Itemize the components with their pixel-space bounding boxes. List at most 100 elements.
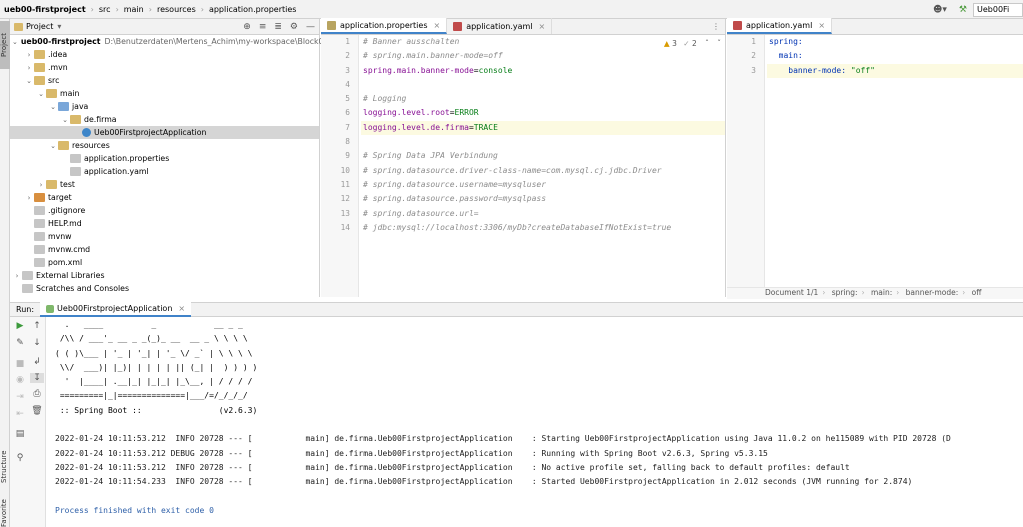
arrow-up-icon[interactable]: ↑	[30, 321, 44, 331]
chevron-right-icon[interactable]: ›	[24, 51, 34, 59]
stop-icon[interactable]: ■	[13, 359, 27, 369]
chevron-down-icon[interactable]: ⌄	[24, 77, 34, 85]
trash-icon[interactable]: 🗑	[30, 406, 44, 416]
hide-icon[interactable]: —	[306, 22, 315, 32]
chevron-down-icon[interactable]: ⌄	[48, 103, 58, 111]
code-line[interactable]: # spring.datasource.password=mysqlpass	[361, 192, 725, 206]
breadcrumb-resources[interactable]: resources	[157, 5, 196, 14]
breadcrumb-src[interactable]: src	[99, 5, 111, 14]
build-hammer-icon[interactable]: ⚒	[959, 5, 967, 15]
expand-all-icon[interactable]: ≡	[259, 22, 267, 32]
chevron-down-icon[interactable]: ⌄	[12, 38, 18, 46]
tree-item[interactable]: .gitignore	[10, 204, 319, 217]
chevron-down-icon[interactable]: ▾	[57, 22, 61, 31]
breadcrumb-document[interactable]: Document 1/1	[765, 288, 818, 297]
scroll-to-end-icon[interactable]: ↧	[30, 373, 44, 383]
close-icon[interactable]: ×	[818, 21, 825, 30]
code-line[interactable]: logging.level.de.firma=TRACE	[361, 120, 725, 136]
tree-item[interactable]: ⌄ ueb00-firstproject D:\Benutzerdaten\Mert…	[10, 35, 341, 48]
line-number: 4	[345, 79, 350, 89]
locate-icon[interactable]: ⊕	[243, 22, 251, 32]
soft-wrap-icon[interactable]: ↲	[30, 357, 44, 367]
tree-item[interactable]: ⌄ src	[10, 74, 319, 87]
tab-application-properties[interactable]: application.properties ×	[321, 18, 448, 34]
run-tab[interactable]: Ueb00FirstprojectApplication ×	[40, 302, 192, 317]
tree-item[interactable]: ⌄ main	[10, 87, 319, 100]
chevron-right-icon[interactable]: ›	[24, 194, 34, 202]
close-icon[interactable]: ×	[434, 21, 441, 30]
code-line[interactable]: spring.main.banner-mode=console	[361, 64, 725, 78]
breadcrumb-project[interactable]: ueb00-firstproject	[4, 5, 86, 14]
code-line[interactable]: # spring.main.banner-mode=off	[361, 49, 725, 63]
run-configuration-select[interactable]: Ueb00Fi	[973, 2, 1023, 17]
breadcrumb-file[interactable]: application.properties	[209, 5, 297, 14]
wrench-icon[interactable]: ✎	[13, 338, 27, 348]
chevron-down-icon[interactable]: ⌄	[36, 90, 46, 98]
breadcrumb-main[interactable]: main:	[871, 288, 892, 297]
chevron-right-icon[interactable]: ›	[36, 181, 46, 189]
code-line[interactable]: # spring.datasource.url=	[361, 207, 725, 221]
code-line[interactable]: # spring.datasource.username=mysqluser	[361, 178, 725, 192]
code-line[interactable]: # Logging	[361, 92, 725, 106]
code-line[interactable]: main:	[767, 49, 1023, 63]
tree-item[interactable]: › test	[10, 178, 319, 191]
project-tool-tab[interactable]: Project	[0, 21, 10, 69]
code-area[interactable]: # Banner ausschalten # spring.main.banner…	[361, 35, 725, 297]
close-icon[interactable]: ×	[178, 304, 185, 313]
favorites-tool-tab[interactable]: Favorites	[0, 499, 10, 527]
tree-item[interactable]: mvnw	[10, 230, 319, 243]
tree-item[interactable]: ⌄ de.firma	[10, 113, 319, 126]
code-line[interactable]	[361, 135, 725, 149]
login-icon[interactable]: ⇤	[13, 409, 27, 419]
breadcrumb-banner-mode[interactable]: banner-mode:	[906, 288, 959, 297]
structure-tool-tab[interactable]: Structure	[0, 439, 10, 494]
tree-item[interactable]: ⌄ java	[10, 100, 319, 113]
chevron-down-icon[interactable]: ⌄	[60, 116, 70, 124]
code-line[interactable]: banner-mode: "off"	[767, 63, 1023, 78]
code-line[interactable]: # Banner ausschalten	[361, 35, 725, 49]
code-line[interactable]: # jdbc:mysql://localhost:3306/myDb?creat…	[361, 221, 725, 235]
project-panel-title[interactable]: Project	[26, 22, 53, 31]
camera-icon[interactable]: ◉	[13, 375, 27, 385]
chevron-right-icon[interactable]: ›	[24, 64, 34, 72]
chevron-right-icon[interactable]: ›	[12, 272, 22, 280]
code-line[interactable]: spring:	[767, 35, 1023, 49]
close-icon[interactable]: ×	[539, 22, 546, 31]
exit-icon[interactable]: ⇥	[13, 392, 27, 402]
tree-item[interactable]: Scratches and Consoles	[10, 282, 319, 295]
gear-icon[interactable]: ⚙	[290, 22, 298, 32]
code-line[interactable]: # Spring Data JPA Verbindung	[361, 149, 725, 163]
tree-item[interactable]: pom.xml	[10, 256, 319, 269]
more-tabs-icon[interactable]: ⋮	[707, 22, 725, 31]
tree-item[interactable]: application.yaml	[10, 165, 319, 178]
tree-item[interactable]: › External Libraries	[10, 269, 319, 282]
editor-yaml: application.yaml × 1 2 3 spring: main: ban…	[727, 18, 1023, 297]
code-line[interactable]: # spring.datasource.driver-class-name=co…	[361, 164, 725, 178]
tree-item[interactable]: HELP.md	[10, 217, 319, 230]
code-line[interactable]	[361, 78, 725, 92]
tree-item[interactable]: › .idea	[10, 48, 319, 61]
pin-icon[interactable]: ⚲	[13, 453, 27, 463]
breadcrumb-value[interactable]: off	[972, 288, 982, 297]
tab-application-yaml[interactable]: application.yaml ×	[727, 18, 833, 34]
code-line[interactable]: logging.level.root=ERROR	[361, 106, 725, 120]
code-area[interactable]: spring: main: banner-mode: "off"	[767, 35, 1023, 297]
tree-item[interactable]: ⌄ resources	[10, 139, 319, 152]
tree-item[interactable]: mvnw.cmd	[10, 243, 319, 256]
tree-item[interactable]: › .mvn	[10, 61, 319, 74]
breadcrumb-main[interactable]: main	[124, 5, 144, 14]
collapse-all-icon[interactable]: ≣	[274, 22, 282, 32]
tree-item[interactable]: Ueb00FirstprojectApplication	[10, 126, 319, 139]
print-icon[interactable]: ⎙	[30, 389, 44, 399]
layout-icon[interactable]: ▤	[13, 429, 27, 439]
tree-item[interactable]: application.properties	[10, 152, 319, 165]
arrow-down-icon[interactable]: ↓	[30, 338, 44, 348]
tree-item[interactable]: › target	[10, 191, 319, 204]
breadcrumb-spring[interactable]: spring:	[832, 288, 858, 297]
chevron-down-icon[interactable]: ⌄	[48, 142, 58, 150]
console-output[interactable]: . ____ _ __ _ _ /\\ / ___'_ __ _ _(_)_ _…	[47, 318, 1023, 527]
tab-application-yaml[interactable]: application.yaml ×	[447, 18, 553, 34]
user-icon[interactable]: ☻▾	[933, 5, 947, 15]
rerun-icon[interactable]: ▶	[13, 321, 27, 331]
